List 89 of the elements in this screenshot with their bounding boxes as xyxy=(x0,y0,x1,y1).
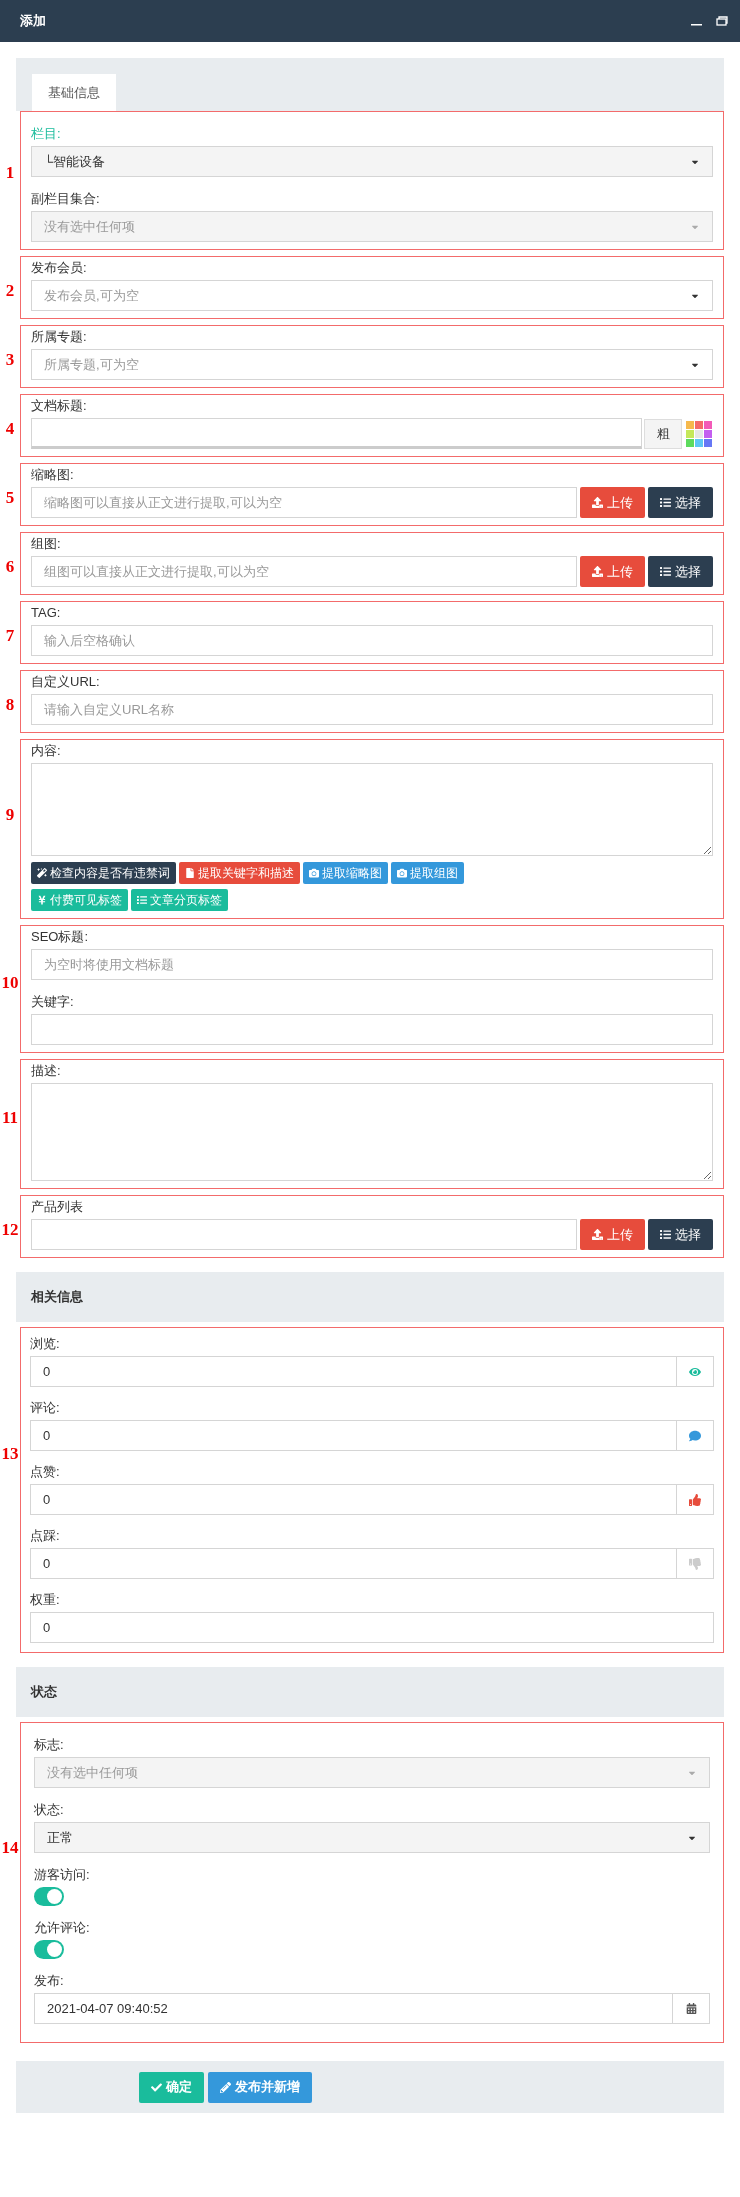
input-field[interactable]: 0 xyxy=(30,1484,677,1515)
field-label: 产品列表 xyxy=(31,1198,84,1216)
input-field[interactable]: 缩略图可以直接从正文进行提取,可以为空 xyxy=(31,487,577,518)
maximize-icon[interactable] xyxy=(716,16,728,26)
bold-button[interactable]: 粗 xyxy=(644,418,682,449)
list-icon xyxy=(137,895,147,905)
annotation-number: 6 xyxy=(4,556,16,579)
camera-icon xyxy=(397,868,407,878)
description-textarea[interactable] xyxy=(31,1083,713,1181)
upload-icon xyxy=(592,497,603,508)
annotation-number: 1 xyxy=(4,161,16,184)
input-field[interactable]: 0 xyxy=(30,1420,677,1451)
tool-button[interactable]: 检查内容是否有违禁词 xyxy=(31,862,176,884)
field-label: 自定义URL: xyxy=(31,673,101,691)
annotation-number: 11 xyxy=(1,1106,19,1129)
date-field[interactable]: 2021-04-07 09:40:52 xyxy=(34,1993,673,2024)
action-button[interactable]: 选择 xyxy=(648,556,713,587)
input-field[interactable]: 0 xyxy=(30,1356,677,1387)
input-field[interactable]: 0 xyxy=(30,1548,677,1579)
field-label: 描述: xyxy=(31,1062,62,1080)
file-icon xyxy=(185,868,195,878)
field-label: 栏目: xyxy=(31,125,62,143)
toggle-switch[interactable] xyxy=(34,1887,64,1906)
input-field[interactable]: 输入后空格确认 xyxy=(31,625,713,656)
field-label: 评论: xyxy=(30,1399,61,1417)
section-title: 状态 xyxy=(31,1683,57,1702)
input-addon[interactable] xyxy=(673,1993,710,2024)
upload-icon xyxy=(592,566,603,577)
action-button[interactable]: 上传 xyxy=(580,487,645,518)
annotation-number: 14 xyxy=(1,1836,19,1859)
field-label: TAG: xyxy=(31,604,62,622)
window-title: 添加 xyxy=(20,12,46,31)
section-title: 相关信息 xyxy=(31,1288,83,1307)
tool-button[interactable]: 提取关键字和描述 xyxy=(179,862,300,884)
field-label: 状态: xyxy=(34,1801,65,1819)
field-label: 文档标题: xyxy=(31,397,88,415)
field-label: 缩略图: xyxy=(31,466,75,484)
annotation-number: 12 xyxy=(1,1219,19,1242)
annotation-number: 3 xyxy=(4,349,16,372)
field-label: 组图: xyxy=(31,535,62,553)
field-label: 所属专题: xyxy=(31,328,88,346)
field-label: 点赞: xyxy=(30,1463,61,1481)
camera-icon xyxy=(309,868,319,878)
annotation-number: 8 xyxy=(4,694,16,717)
action-button[interactable]: 选择 xyxy=(648,487,713,518)
list-icon xyxy=(660,497,671,508)
input-field[interactable]: 为空时将使用文档标题 xyxy=(31,949,713,980)
input-field[interactable]: 组图可以直接从正文进行提取,可以为空 xyxy=(31,556,577,587)
annotation-number: 7 xyxy=(4,625,16,648)
calendar-icon xyxy=(685,2003,697,2014)
pencil-icon xyxy=(220,2081,231,2093)
content-textarea[interactable] xyxy=(31,763,713,856)
action-button[interactable]: 上传 xyxy=(580,1219,645,1250)
field-label: 标志: xyxy=(34,1736,65,1754)
annotation-number: 2 xyxy=(4,280,16,303)
annotation-number: 4 xyxy=(4,418,16,441)
check-icon xyxy=(151,2081,162,2093)
annotation-number: 5 xyxy=(4,487,16,510)
field-label: 游客访问: xyxy=(34,1866,91,1884)
input-field[interactable]: 请输入自定义URL名称 xyxy=(31,694,713,725)
action-button[interactable]: 选择 xyxy=(648,1219,713,1250)
wand-icon xyxy=(37,868,47,878)
color-grid-icon[interactable] xyxy=(685,419,713,448)
tab[interactable]: 基础信息 xyxy=(32,74,116,111)
field-label: 副栏目集合: xyxy=(31,190,101,208)
select-field[interactable]: └智能设备 xyxy=(31,146,713,177)
input-field[interactable] xyxy=(31,1014,713,1045)
select-field[interactable]: 正常 xyxy=(34,1822,710,1853)
field-label: 允许评论: xyxy=(34,1919,91,1937)
field-label: 发布: xyxy=(34,1972,65,1990)
annotation-number: 10 xyxy=(1,972,19,995)
toggle-switch[interactable] xyxy=(34,1940,64,1959)
list-icon xyxy=(660,1229,671,1240)
yen-icon xyxy=(37,895,47,905)
field-label: 发布会员: xyxy=(31,259,88,277)
input-field[interactable] xyxy=(31,1219,577,1250)
upload-icon xyxy=(592,1229,603,1240)
annotation-number: 13 xyxy=(1,1443,19,1466)
field-label: SEO标题: xyxy=(31,928,90,946)
field-label: 点踩: xyxy=(30,1527,61,1545)
field-label: 关键字: xyxy=(31,993,75,1011)
annotation-number: 9 xyxy=(4,804,16,827)
input-field[interactable]: 0 xyxy=(30,1612,714,1643)
field-label: 浏览: xyxy=(30,1335,61,1353)
field-label: 权重: xyxy=(30,1591,61,1609)
field-label: 内容: xyxy=(31,742,62,760)
action-button[interactable]: 上传 xyxy=(580,556,645,587)
input-field[interactable] xyxy=(31,418,642,449)
list-icon xyxy=(660,566,671,577)
